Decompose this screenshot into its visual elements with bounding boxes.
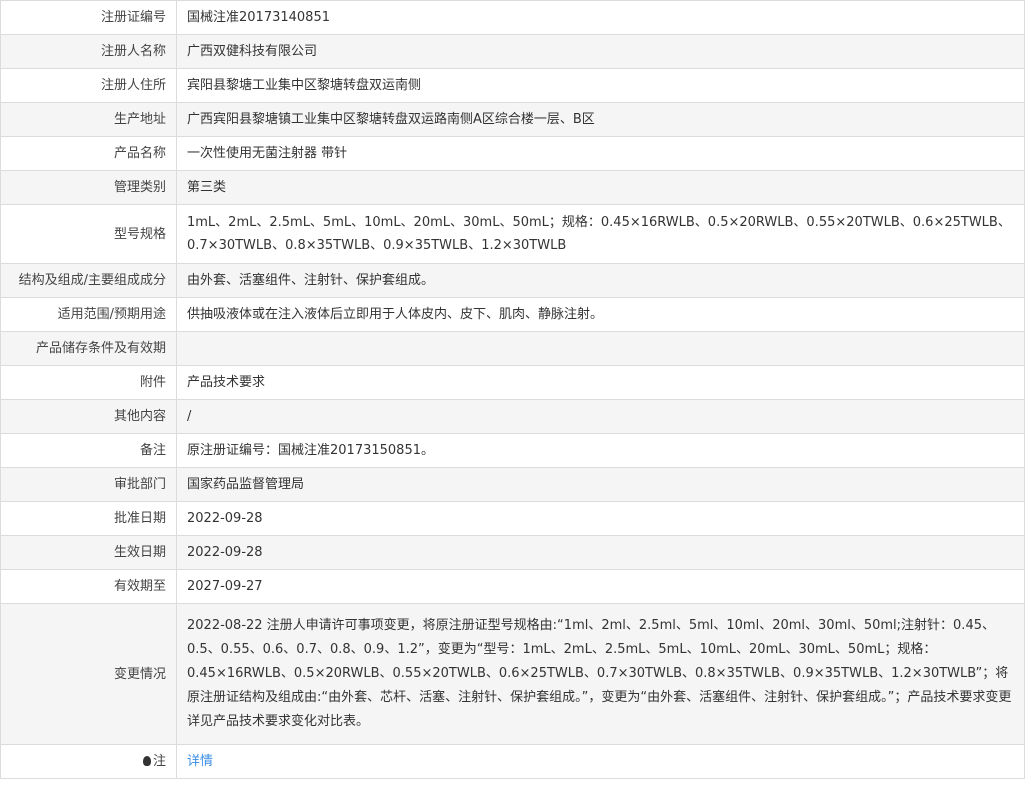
table-row: 附件 产品技术要求 <box>0 365 1025 400</box>
row-value: 2022-08-22 注册人申请许可事项变更，将原注册证型号规格由:“1ml、2… <box>176 603 1025 745</box>
table-row: 注册人住所 宾阳县黎塘工业集中区黎塘转盘双运南侧 <box>0 68 1025 103</box>
row-label: 审批部门 <box>0 467 177 502</box>
row-label: 适用范围/预期用途 <box>0 297 177 332</box>
row-value: 2027-09-27 <box>176 569 1025 604</box>
table-row: 变更情况 2022-08-22 注册人申请许可事项变更，将原注册证型号规格由:“1… <box>0 603 1025 745</box>
note-value: 详情 <box>176 744 1025 779</box>
row-label: 型号规格 <box>0 204 177 264</box>
table-row: 审批部门 国家药品监督管理局 <box>0 467 1025 502</box>
row-value: 1mL、2mL、2.5mL、5mL、10mL、20mL、30mL、50mL；规格… <box>176 204 1025 264</box>
table-row: 有效期至 2027-09-27 <box>0 569 1025 604</box>
row-label: 批准日期 <box>0 501 177 536</box>
table-row: 适用范围/预期用途 供抽吸液体或在注入液体后立即用于人体皮内、皮下、肌肉、静脉注射… <box>0 297 1025 332</box>
details-link[interactable]: 详情 <box>187 754 213 769</box>
table-row: 生效日期 2022-09-28 <box>0 535 1025 570</box>
row-value: 第三类 <box>176 170 1025 205</box>
row-label: 注册人住所 <box>0 68 177 103</box>
row-value: 原注册证编号：国械注准20173150851。 <box>176 433 1025 468</box>
note-label-cell: 注 <box>0 744 177 779</box>
row-value: 2022-09-28 <box>176 501 1025 536</box>
row-value: / <box>176 399 1025 434</box>
row-value: 2022-09-28 <box>176 535 1025 570</box>
row-label: 注册证编号 <box>0 0 177 35</box>
table-row: 型号规格 1mL、2mL、2.5mL、5mL、10mL、20mL、30mL、50m… <box>0 204 1025 264</box>
row-label: 附件 <box>0 365 177 400</box>
table-row: 生产地址 广西宾阳县黎塘镇工业集中区黎塘转盘双运路南侧A区综合楼一层、B区 <box>0 102 1025 137</box>
row-label: 产品储存条件及有效期 <box>0 331 177 366</box>
row-label: 管理类别 <box>0 170 177 205</box>
table-row: 批准日期 2022-09-28 <box>0 501 1025 536</box>
row-value: 国家药品监督管理局 <box>176 467 1025 502</box>
table-row: 产品储存条件及有效期 <box>0 331 1025 366</box>
table-row: 管理类别 第三类 <box>0 170 1025 205</box>
row-label: 结构及组成/主要组成成分 <box>0 263 177 298</box>
registration-detail-table: 注册证编号 国械注准20173140851 注册人名称 广西双健科技有限公司 注册人住所… <box>0 0 1025 779</box>
row-value: 国械注准20173140851 <box>176 0 1025 35</box>
row-label: 注册人名称 <box>0 34 177 69</box>
row-label: 生效日期 <box>0 535 177 570</box>
row-value: 产品技术要求 <box>176 365 1025 400</box>
table-row: 注册人名称 广西双健科技有限公司 <box>0 34 1025 69</box>
row-label: 产品名称 <box>0 136 177 171</box>
row-value: 宾阳县黎塘工业集中区黎塘转盘双运南侧 <box>176 68 1025 103</box>
row-value: 一次性使用无菌注射器 带针 <box>176 136 1025 171</box>
table-row-note: 注 详情 <box>0 744 1025 779</box>
table-row: 注册证编号 国械注准20173140851 <box>0 0 1025 35</box>
row-value: 供抽吸液体或在注入液体后立即用于人体皮内、皮下、肌肉、静脉注射。 <box>176 297 1025 332</box>
table-row: 备注 原注册证编号：国械注准20173150851。 <box>0 433 1025 468</box>
lightbulb-icon <box>142 756 151 766</box>
note-label: 注 <box>152 754 166 769</box>
row-label: 变更情况 <box>0 603 177 745</box>
table-row: 其他内容 / <box>0 399 1025 434</box>
row-value: 由外套、活塞组件、注射针、保护套组成。 <box>176 263 1025 298</box>
table-row: 结构及组成/主要组成成分 由外套、活塞组件、注射针、保护套组成。 <box>0 263 1025 298</box>
row-label: 备注 <box>0 433 177 468</box>
row-value: 广西双健科技有限公司 <box>176 34 1025 69</box>
row-value: 广西宾阳县黎塘镇工业集中区黎塘转盘双运路南侧A区综合楼一层、B区 <box>176 102 1025 137</box>
row-label: 其他内容 <box>0 399 177 434</box>
row-value <box>176 331 1025 366</box>
row-label: 生产地址 <box>0 102 177 137</box>
table-row: 产品名称 一次性使用无菌注射器 带针 <box>0 136 1025 171</box>
row-label: 有效期至 <box>0 569 177 604</box>
